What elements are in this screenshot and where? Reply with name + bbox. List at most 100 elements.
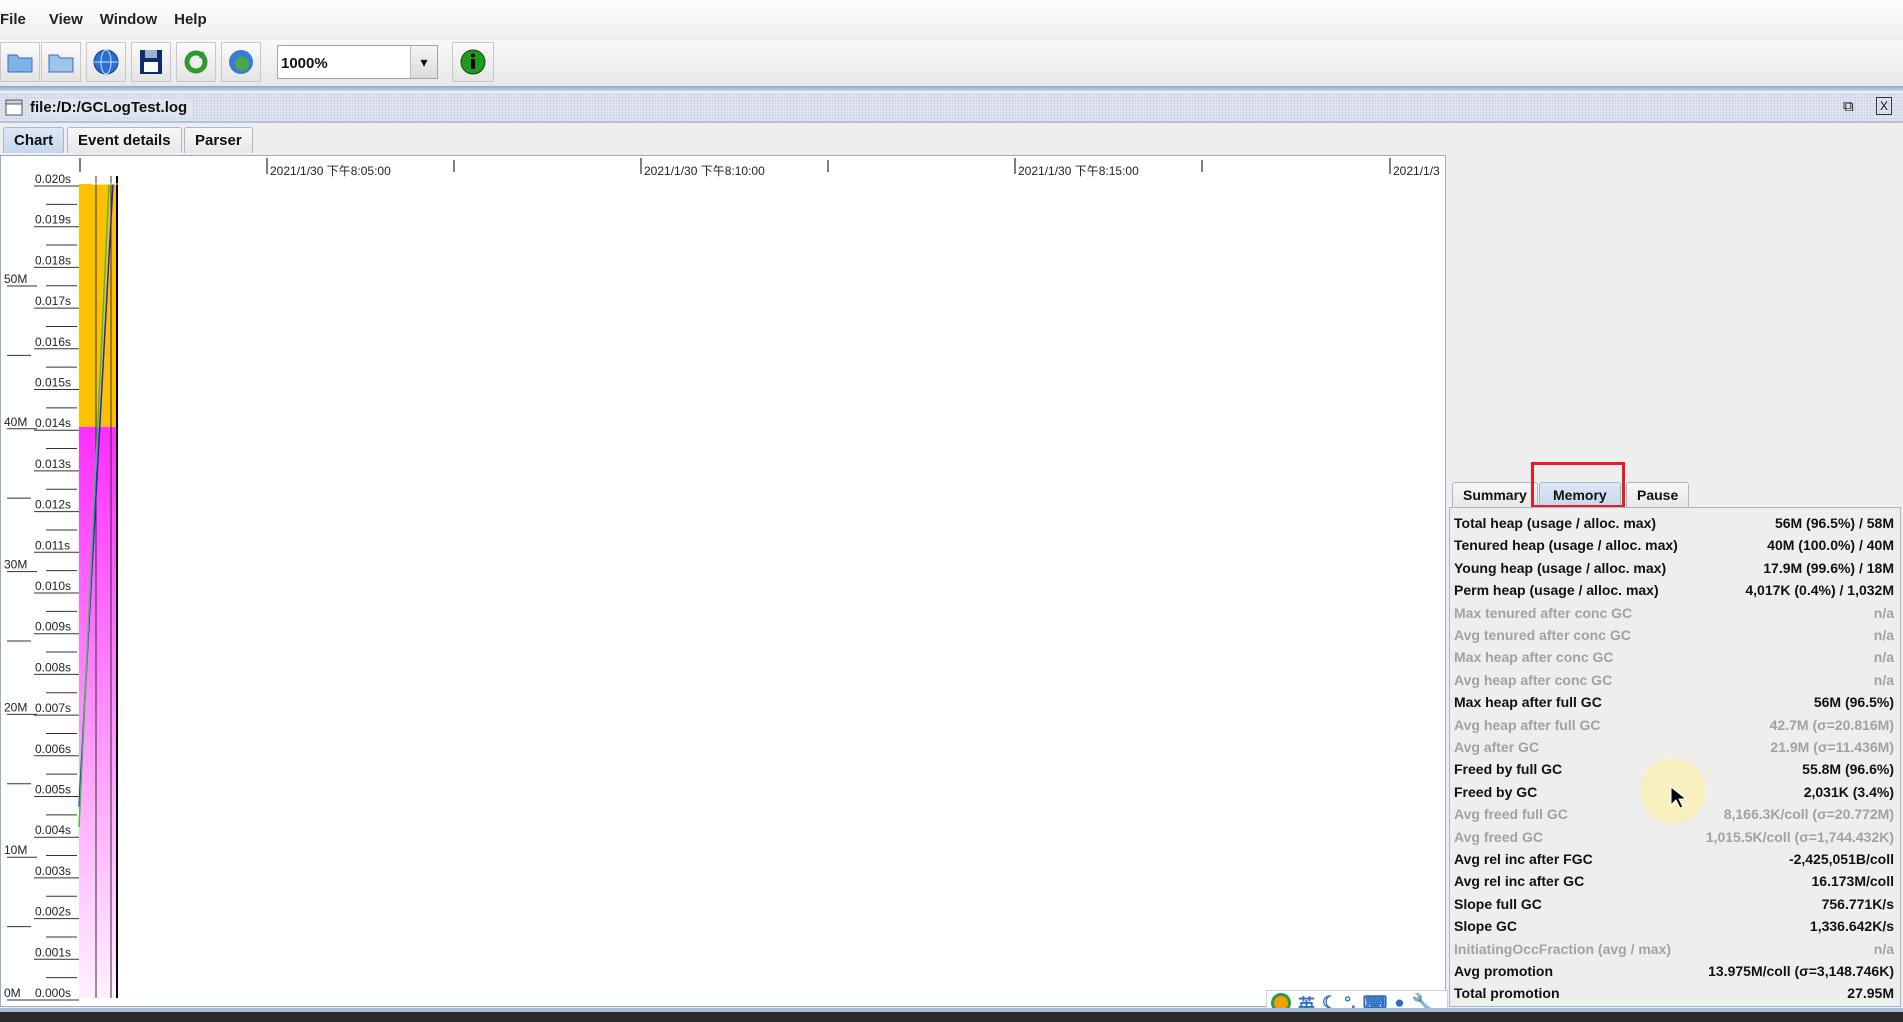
pause-tick-label: 0.013s	[35, 457, 71, 471]
stat-row: Avg tenured after conc GC n/a	[1454, 627, 1894, 649]
time-tick-label: 2021/1/30 下午8:05:00	[270, 164, 391, 178]
open-file-button[interactable]	[0, 42, 40, 82]
open-folder-button[interactable]	[41, 42, 81, 82]
menu-bar: File View Window Help	[0, 0, 1903, 38]
stat-label: Avg freed GC	[1454, 828, 1543, 845]
pause-tick-label: 0.007s	[35, 701, 71, 715]
stat-label: Avg promotion	[1454, 963, 1554, 979]
stat-row: Max heap after conc GC n/a	[1454, 649, 1894, 671]
tab-chart[interactable]: Chart	[3, 127, 65, 153]
stat-label: Tenured heap (usage / alloc. max)	[1454, 537, 1678, 554]
stat-value: 17.9M (99.6%) / 18M	[1763, 559, 1894, 576]
info-button[interactable]	[452, 42, 494, 82]
memory-tick-label: 50M	[4, 272, 27, 286]
stat-value: 40M (100.0%) / 40M	[1767, 537, 1894, 554]
time-tick-label: 2021/1/30 下午8:15:00	[1018, 164, 1139, 178]
stat-value: 1,336.642K/s	[1809, 918, 1894, 935]
time-tick-label: 2021/1/3	[1393, 164, 1440, 178]
tab-parser[interactable]: Parser	[184, 127, 253, 153]
stat-value: n/a	[1873, 940, 1894, 957]
stat-label: Total promotion	[1454, 985, 1560, 1002]
pause-tick-label: 0.019s	[35, 213, 71, 227]
menu-window[interactable]: Window	[100, 11, 166, 28]
stat-value: 21.9M (σ=11.436M)	[1770, 739, 1894, 755]
stat-value: 756.771K/s	[1821, 895, 1894, 912]
stat-row: Avg rel inc after GC 16.173M/coll	[1454, 873, 1894, 895]
close-icon[interactable]: X	[1876, 97, 1892, 115]
window-icon	[5, 99, 23, 116]
refresh-button[interactable]	[176, 42, 216, 82]
open-folder-icon	[48, 54, 74, 73]
stat-label: Avg heap after full GC	[1454, 716, 1601, 733]
stat-value: n/a	[1873, 627, 1894, 643]
stat-value: 16.173M/coll	[1811, 873, 1895, 890]
stat-value: 56M (96.5%)	[1813, 694, 1894, 711]
memory-tick-label: 10M	[4, 843, 27, 857]
stat-value: 42.7M (σ=20.816M)	[1769, 716, 1894, 733]
zoom-value[interactable]: 1000%	[278, 46, 410, 78]
pause-tick-label: 0.008s	[35, 660, 71, 674]
stat-row: Avg heap after full GC 42.7M (σ=20.816M)	[1454, 717, 1894, 739]
stat-label: Max tenured after conc GC	[1454, 604, 1633, 621]
stat-value: 1,015.5K/coll (σ=1,744.432K)	[1705, 828, 1894, 845]
open-url-button[interactable]	[86, 42, 126, 82]
menu-file[interactable]: File	[0, 11, 35, 28]
stat-value: -2,425,051B/coll	[1788, 851, 1894, 867]
zoom-combo[interactable]: 1000% ▾	[277, 45, 438, 79]
stat-value: 8,166.3K/coll (σ=20.772M)	[1723, 806, 1894, 823]
watch-icon	[229, 50, 253, 74]
memory-tick-label: 0M	[4, 986, 21, 1000]
stat-value: n/a	[1873, 649, 1894, 666]
pause-tick-label: 0.018s	[35, 253, 71, 267]
stat-label: Avg after GC	[1454, 739, 1540, 755]
menu-help[interactable]: Help	[174, 11, 216, 28]
pause-tick-label: 0.006s	[35, 742, 71, 756]
stat-row: Young heap (usage / alloc. max) 17.9M (99…	[1454, 560, 1894, 582]
stat-label: Total heap (usage / alloc. max)	[1454, 515, 1657, 531]
stat-row: Avg rel inc after FGC -2,425,051B/coll	[1454, 851, 1894, 873]
stat-label: Max heap after full GC	[1454, 694, 1602, 711]
pause-tick-label: 0.010s	[35, 579, 71, 593]
stat-label: Avg rel inc after FGC	[1454, 851, 1593, 867]
pause-tick-label: 0.014s	[35, 416, 71, 430]
memory-tick-label: 30M	[4, 558, 27, 572]
save-button[interactable]	[131, 42, 171, 82]
pause-tick-label: 0.020s	[35, 172, 71, 186]
stat-value: n/a	[1873, 604, 1894, 621]
tab-pause[interactable]: Pause	[1626, 482, 1690, 507]
stat-label: Avg heap after conc GC	[1454, 671, 1613, 688]
stat-label: Avg tenured after conc GC	[1454, 627, 1631, 643]
tab-event-details[interactable]: Event details	[67, 127, 182, 153]
stat-row: Max heap after full GC 56M (96.5%)	[1454, 694, 1894, 716]
stat-label: Avg freed full GC	[1454, 806, 1568, 823]
tab-summary[interactable]: Summary	[1452, 482, 1538, 507]
restore-icon[interactable]: ⧉	[1843, 98, 1854, 115]
memory-tick-label: 20M	[4, 700, 27, 714]
divider	[0, 86, 1903, 91]
pause-tick-label: 0.001s	[35, 945, 71, 959]
save-icon	[140, 50, 162, 74]
globe-icon	[93, 49, 119, 75]
stat-row: Avg freed GC 1,015.5K/coll (σ=1,744.432K)	[1454, 829, 1894, 851]
stat-row: Avg promotion 13.975M/coll (σ=3,148.746K)	[1454, 963, 1894, 985]
stat-row: Tenured heap (usage / alloc. max) 40M (10…	[1454, 537, 1894, 559]
stat-row: Slope full GC 756.771K/s	[1454, 896, 1894, 918]
chevron-down-icon[interactable]: ▾	[410, 46, 437, 78]
pause-tick-label: 0.004s	[35, 823, 71, 837]
menu-view[interactable]: View	[49, 11, 92, 28]
pause-tick-label: 0.012s	[35, 498, 71, 512]
stat-label: Freed by GC	[1454, 783, 1538, 800]
stat-label: InitiatingOccFraction (avg / max)	[1454, 940, 1672, 957]
stat-label: Avg rel inc after GC	[1454, 873, 1585, 890]
stat-value: 55.8M (96.6%)	[1802, 761, 1894, 778]
document-title: file:/D:/GCLogTest.log	[30, 99, 194, 116]
stat-label: Young heap (usage / alloc. max)	[1454, 559, 1667, 576]
highlight-box	[1531, 462, 1625, 508]
watch-button[interactable]	[221, 42, 261, 82]
stat-row: Total heap (usage / alloc. max) 56M (96.5…	[1454, 515, 1894, 537]
stat-value: 13.975M/coll (σ=3,148.746K)	[1708, 963, 1894, 979]
pause-tick-label: 0.009s	[35, 620, 71, 634]
stat-row: Perm heap (usage / alloc. max) 4,017K (0.…	[1454, 582, 1894, 604]
gc-chart[interactable]: 0.020s 0.019s 0.018s 0.017s 0.016s 0.015s 0.01…	[0, 155, 1446, 1007]
pause-tick-label: 0.016s	[35, 335, 71, 349]
